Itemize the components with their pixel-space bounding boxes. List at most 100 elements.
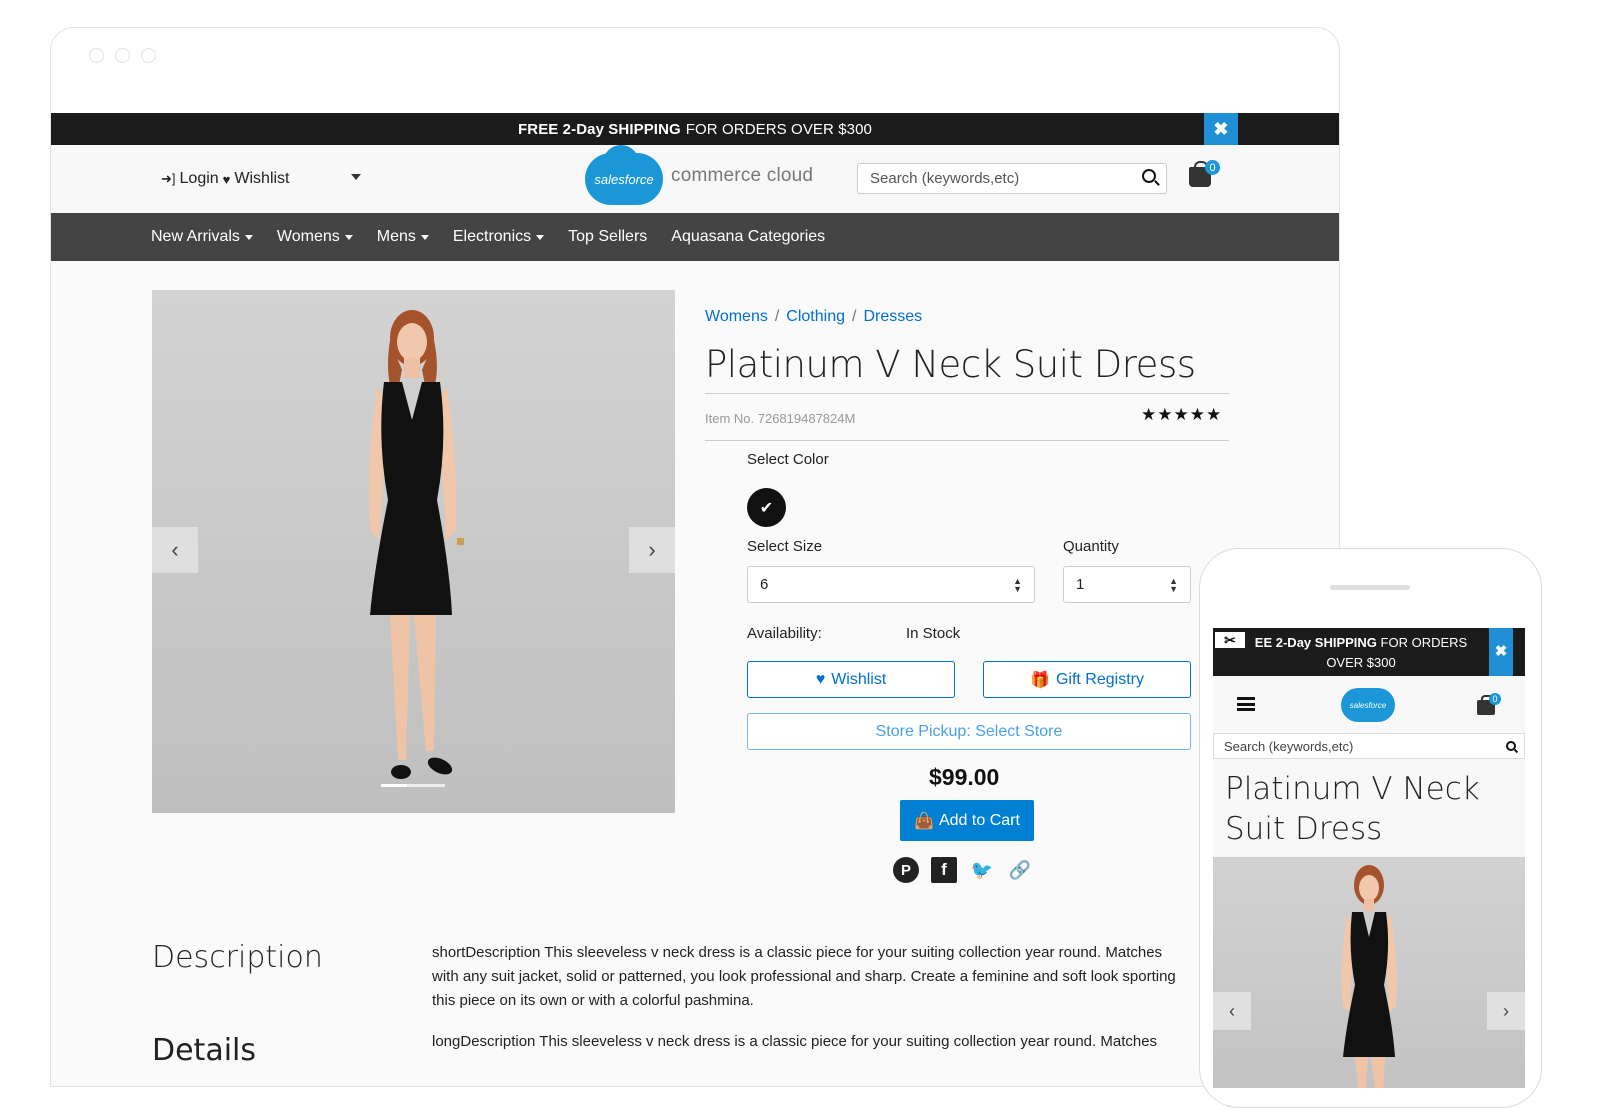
breadcrumb-dresses[interactable]: Dresses [863, 308, 922, 325]
account-dropdown-caret-icon[interactable] [351, 174, 361, 180]
nav-item-top-sellers[interactable]: Top Sellers [568, 228, 647, 246]
product-photo-dress [368, 310, 464, 779]
twitter-icon[interactable]: 🐦 [969, 857, 995, 883]
mobile-cart-count-badge: 0 [1489, 693, 1501, 705]
phone-speaker [1330, 585, 1410, 590]
search-input[interactable]: Search (keywords,etc) [857, 163, 1167, 194]
chevron-down-icon [344, 234, 353, 240]
mobile-device-frame: ✂ EE 2-Day SHIPPING FOR ORDERS OVER $300… [1199, 548, 1542, 1108]
social-share: P f 🐦 🔗 [893, 857, 1033, 883]
availability-value: In Stock [906, 625, 961, 642]
details-heading: Details [152, 1033, 257, 1068]
chevron-down-icon [244, 234, 253, 240]
product-image-carousel: ‹ › [152, 290, 675, 813]
store-pickup-button[interactable]: Store Pickup: Select Store [747, 713, 1191, 750]
nav-item-electronics[interactable]: Electronics [453, 228, 545, 246]
mobile-promo-close-button[interactable]: ✖ [1489, 628, 1513, 676]
window-controls [89, 48, 156, 63]
quantity-select[interactable]: 1 ▲ ▼ [1063, 566, 1191, 603]
description-heading: Description [152, 940, 323, 975]
mobile-product-image: ‹ › [1213, 857, 1525, 1088]
select-arrows-icon: ▲ ▼ [1169, 576, 1178, 594]
account-links: ➜] Login ♥ Wishlist [161, 170, 290, 188]
title-divider [705, 393, 1229, 394]
mobile-screen: ✂ EE 2-Day SHIPPING FOR ORDERS OVER $300… [1213, 628, 1525, 1088]
sign-in-icon: ➜] [161, 171, 176, 186]
gift-icon: 🎁 [1030, 671, 1050, 689]
main-navigation: New Arrivals Womens Mens Electronics Top… [51, 213, 1339, 261]
mobile-salesforce-logo[interactable]: salesforce [1341, 688, 1395, 722]
close-window-dot[interactable] [89, 48, 104, 63]
search-icon[interactable] [1142, 169, 1156, 183]
logo-text: commerce cloud [671, 165, 814, 186]
select-size-label: Select Size [747, 538, 823, 555]
desktop-browser-window: FREE 2-Day SHIPPING FOR ORDERS OVER $300… [50, 27, 1340, 1087]
search-placeholder: Search (keywords,etc) [870, 170, 1020, 187]
wishlist-button-label: Wishlist [831, 670, 887, 688]
breadcrumb: Womens / Clothing / Dresses [705, 308, 922, 326]
gift-registry-button[interactable]: 🎁 Gift Registry [983, 661, 1191, 698]
chevron-down-icon [420, 234, 429, 240]
wishlist-button[interactable]: ♥ Wishlist [747, 661, 955, 698]
heart-icon: ♥ [222, 171, 231, 187]
check-icon: ✔ [759, 499, 774, 517]
product-title: Platinum V Neck Suit Dress [705, 343, 1196, 386]
gift-registry-button-label: Gift Registry [1055, 670, 1144, 688]
maximize-window-dot[interactable] [141, 48, 156, 63]
facebook-icon[interactable]: f [931, 857, 957, 883]
mobile-product-title: Platinum V Neck Suit Dress [1225, 771, 1480, 847]
quantity-label: Quantity [1063, 538, 1119, 555]
carousel-prev-button[interactable]: ‹ [152, 527, 198, 573]
carousel-next-button[interactable]: › [629, 527, 675, 573]
promo-close-button[interactable]: ✖ [1204, 113, 1238, 145]
mobile-search-placeholder: Search (keywords,etc) [1224, 738, 1354, 754]
promo-bold-text: FREE 2-Day SHIPPING [518, 120, 681, 138]
breadcrumb-clothing[interactable]: Clothing [786, 308, 845, 325]
nav-item-new-arrivals[interactable]: New Arrivals [151, 228, 253, 246]
login-link[interactable]: Login [180, 170, 219, 188]
nav-item-womens[interactable]: Womens [277, 228, 353, 246]
rating-divider [705, 440, 1229, 441]
item-number: Item No. 726819487824M [705, 411, 856, 426]
nav-item-mens[interactable]: Mens [377, 228, 429, 246]
color-swatch-black[interactable]: ✔ [747, 488, 786, 527]
link-icon[interactable]: 🔗 [1007, 857, 1033, 883]
mobile-carousel-prev-button[interactable]: ‹ [1213, 992, 1251, 1030]
minimize-window-dot[interactable] [115, 48, 130, 63]
breadcrumb-separator: / [852, 308, 857, 325]
pinterest-icon[interactable]: P [893, 857, 919, 883]
carousel-indicator[interactable] [381, 784, 445, 787]
add-to-cart-button[interactable]: 👜 Add to Cart [900, 800, 1034, 841]
cart-count-badge: 0 [1205, 160, 1220, 175]
mobile-carousel-next-button[interactable]: › [1487, 992, 1525, 1030]
search-icon[interactable] [1506, 741, 1516, 751]
mobile-search-input[interactable]: Search (keywords,etc) [1213, 733, 1525, 759]
long-description: longDescription This sleeveless v neck d… [432, 1033, 1158, 1050]
promo-text: FOR ORDERS OVER $300 [685, 120, 872, 138]
site-header: ➜] Login ♥ Wishlist salesforce commerce … [51, 145, 1339, 213]
chevron-down-icon [536, 234, 545, 240]
size-select[interactable]: 6 ▲ ▼ [747, 566, 1035, 603]
nav-item-aquasana-categories[interactable]: Aquasana Categories [671, 228, 825, 246]
availability-label: Availability: [747, 625, 822, 642]
mobile-promo-bold: EE 2-Day SHIPPING [1254, 635, 1377, 650]
heart-icon: ♥ [815, 670, 826, 688]
short-description: shortDescription This sleeveless v neck … [432, 944, 1176, 1009]
rating-stars: ★★★★★ [1141, 405, 1223, 424]
site-logo[interactable]: salesforce commerce cloud [585, 145, 814, 205]
shopping-bag-icon: 👜 [914, 812, 934, 830]
select-arrows-icon: ▲ ▼ [1013, 576, 1022, 594]
mobile-header: salesforce 0 [1213, 676, 1525, 733]
mobile-promo-banner: ✂ EE 2-Day SHIPPING FOR ORDERS OVER $300… [1213, 628, 1525, 676]
mobile-product-photo-dress [1341, 865, 1397, 1088]
promo-banner: FREE 2-Day SHIPPING FOR ORDERS OVER $300… [51, 113, 1339, 145]
breadcrumb-womens[interactable]: Womens [705, 308, 768, 325]
wishlist-link[interactable]: Wishlist [234, 170, 289, 188]
browser-titlebar [51, 28, 1339, 113]
breadcrumb-separator: / [774, 308, 780, 325]
quantity-value: 1 [1076, 576, 1085, 593]
select-color-label: Select Color [747, 451, 829, 468]
hamburger-menu-icon[interactable] [1237, 697, 1255, 711]
size-value: 6 [760, 576, 769, 593]
product-price: $99.00 [929, 764, 1000, 790]
